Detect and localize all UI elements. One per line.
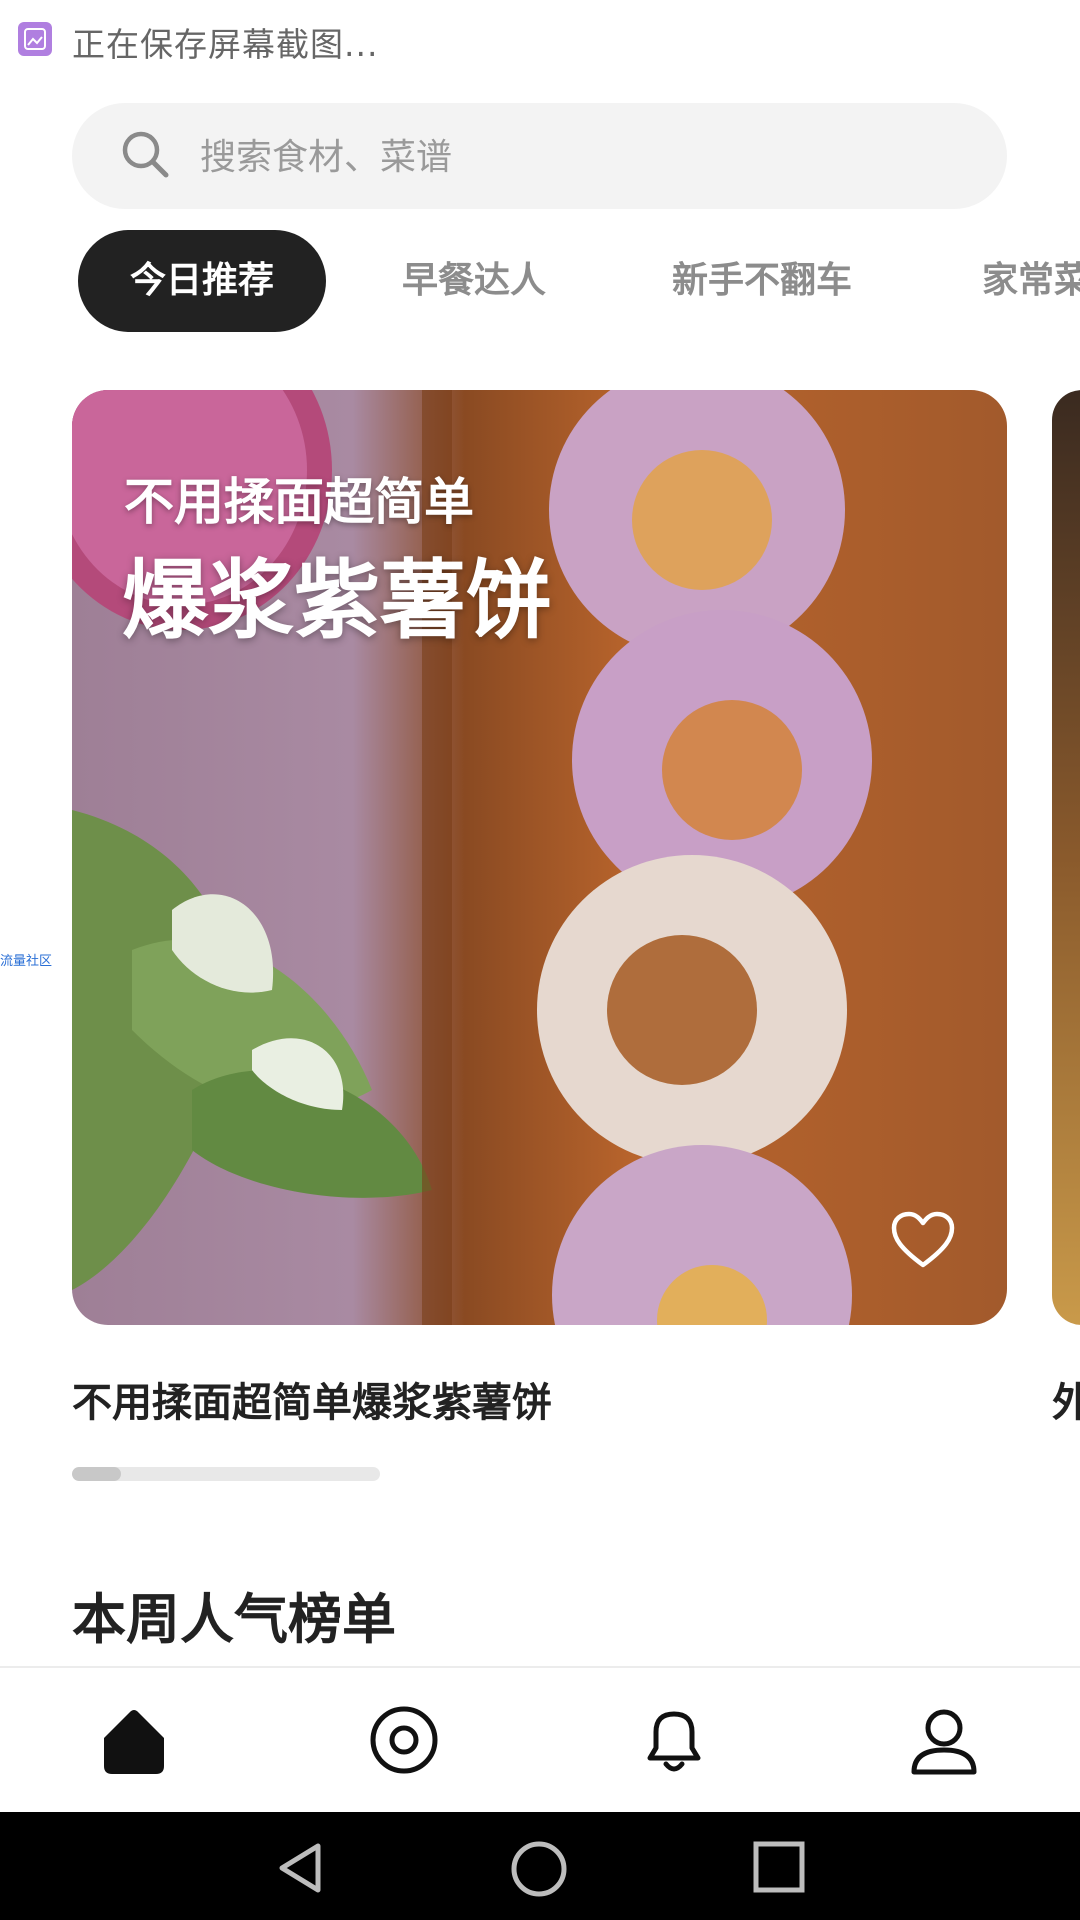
back-icon[interactable] [272, 1840, 328, 1896]
explore-icon[interactable] [368, 1704, 440, 1776]
next-card-title[interactable]: 外 [1052, 1370, 1080, 1428]
featured-card-title[interactable]: 不用揉面超简单爆浆紫薯饼 [72, 1370, 552, 1428]
category-tabs: 今日推荐 早餐达人 新手不翻车 家常菜 [0, 230, 1080, 334]
heart-icon[interactable] [890, 1210, 956, 1270]
side-floating-label[interactable]: 流量社区 [0, 950, 52, 969]
tab-breakfast[interactable]: 早餐达人 [402, 230, 546, 332]
carousel-progress [72, 1467, 380, 1481]
home-circle-icon[interactable] [510, 1840, 568, 1898]
card-overlay-subtitle: 不用揉面超简单 [124, 473, 474, 531]
tab-home-cooking[interactable]: 家常菜 [982, 230, 1080, 332]
search-bar[interactable] [72, 103, 1007, 211]
carousel-progress-fill [72, 1467, 122, 1481]
featured-carousel[interactable]: 不用揉面超简单 爆浆紫薯饼 [0, 390, 1080, 1330]
bottom-nav [0, 1666, 1080, 1814]
bell-icon[interactable] [638, 1704, 710, 1776]
recents-icon[interactable] [752, 1840, 806, 1894]
search-icon [122, 131, 169, 178]
tab-today-recommend[interactable]: 今日推荐 [78, 230, 327, 332]
card-overlay-title: 爆浆紫薯饼 [122, 551, 552, 651]
profile-icon[interactable] [908, 1704, 980, 1776]
search-input[interactable] [198, 103, 962, 211]
next-card-image[interactable] [1052, 390, 1080, 1325]
status-bar: 正在保存屏幕截图... [0, 0, 1080, 80]
tab-beginner[interactable]: 新手不翻车 [672, 230, 852, 332]
featured-card-image[interactable]: 不用揉面超简单 爆浆紫薯饼 [72, 390, 1007, 1325]
status-text: 正在保存屏幕截图... [72, 25, 379, 64]
system-nav-bar [0, 1812, 1080, 1920]
screenshot-icon [18, 22, 52, 56]
section-title: 本周人气榜单 [72, 1588, 396, 1651]
home-icon[interactable] [98, 1704, 170, 1776]
